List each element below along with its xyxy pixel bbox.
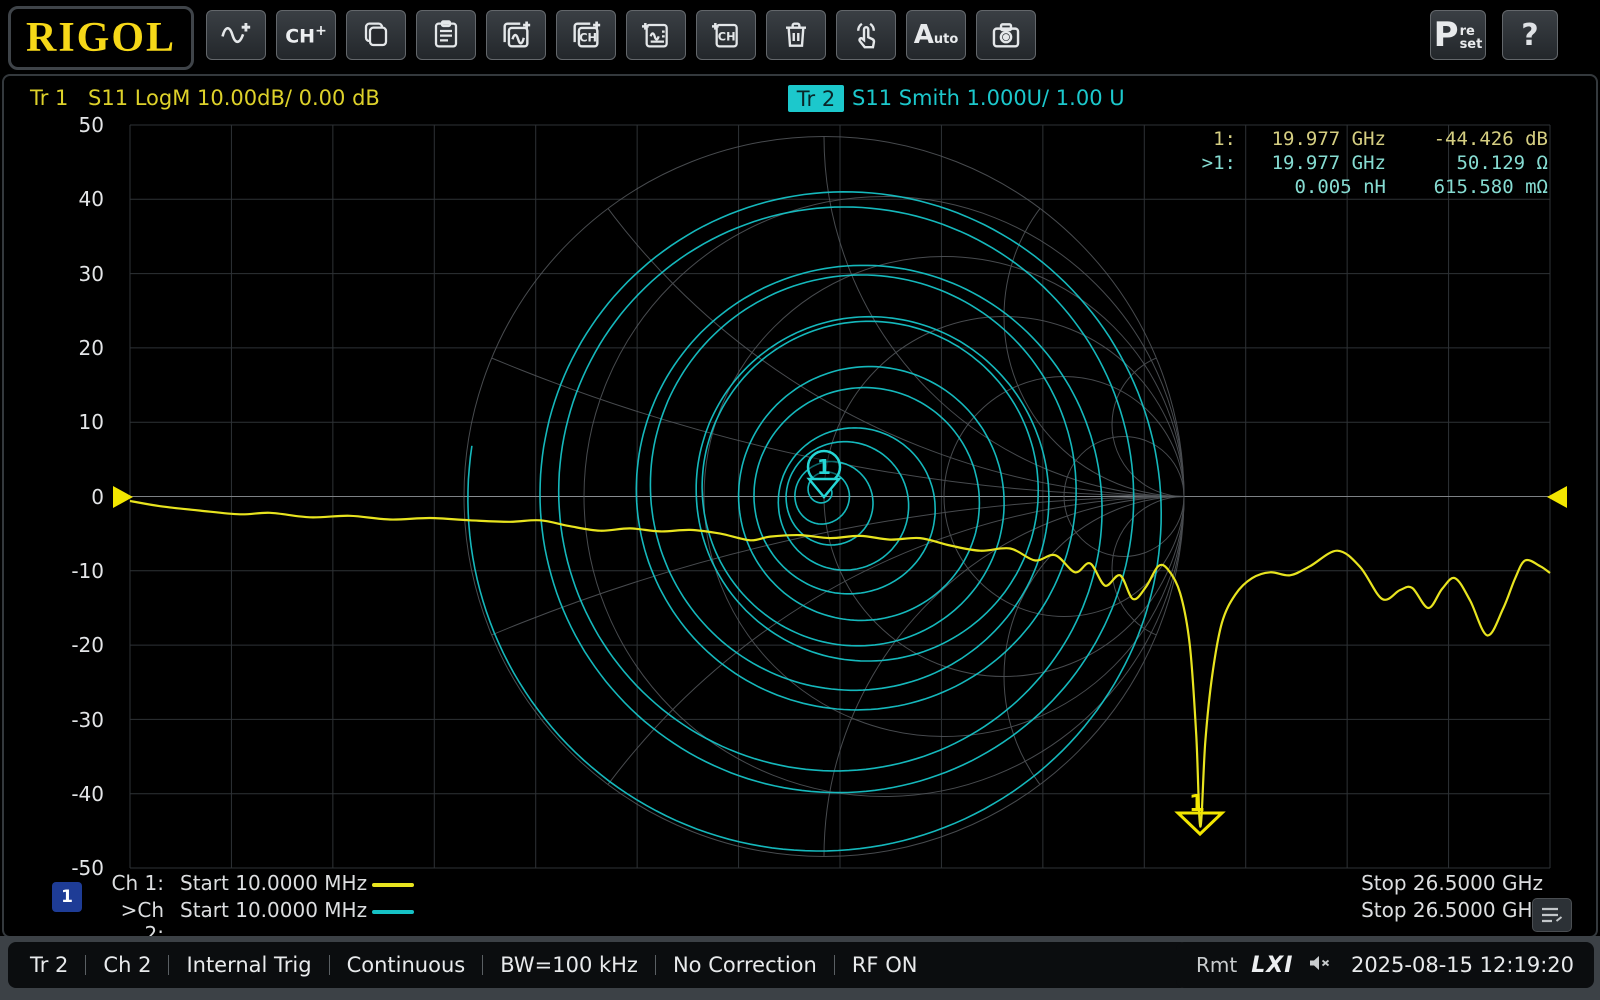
marker-row2-value: 50.129 Ω <box>1386 151 1548 175</box>
speaker-muted-icon[interactable] <box>1307 952 1331 978</box>
status-if-bandwidth[interactable]: BW=100 kHz <box>500 953 638 977</box>
marker-row1-label: 1: <box>1166 127 1236 151</box>
channel2-trace-swatch <box>372 910 414 914</box>
channel2-stop[interactable]: Stop 26.5000 GHz <box>1361 898 1543 922</box>
status-active-channel[interactable]: Ch 2 <box>103 953 151 977</box>
y-tick-n10: -10 <box>34 559 104 583</box>
page-ch-icon: CH <box>710 19 742 51</box>
marker-row3-value: 615.580 mΩ <box>1386 175 1548 199</box>
channel2-start[interactable]: Start 10.0000 MHz <box>180 898 367 922</box>
y-tick-n20: -20 <box>34 633 104 657</box>
y-tick-30: 30 <box>34 262 104 286</box>
y-tick-n40: -40 <box>34 782 104 806</box>
clipboard-waveform-icon <box>640 19 672 51</box>
preset-button[interactable]: P re set <box>1430 10 1486 60</box>
add-channel-icon: CH+ <box>285 23 327 47</box>
status-bar-right: Rmt LXI 2025-08-15 12:19:20 <box>1176 942 1594 988</box>
trace1-detail[interactable]: S11 LogM 10.00dB/ 0.00 dB <box>88 86 380 110</box>
channel2-info-row: >Ch 2: Start 10.0000 MHz Stop 26.5000 GH… <box>0 898 1600 924</box>
auto-scale-icon: Auto <box>914 20 959 50</box>
help-icon: ? <box>1521 18 1538 53</box>
delete-button[interactable] <box>766 10 826 60</box>
remote-indicator: Rmt <box>1196 953 1237 977</box>
trace1-label[interactable]: Tr 1 <box>30 86 68 110</box>
trash-icon <box>780 19 812 51</box>
svg-text:CH: CH <box>718 29 736 43</box>
y-tick-10: 10 <box>34 410 104 434</box>
y-tick-40: 40 <box>34 187 104 211</box>
rigol-logo: RIGOL <box>8 6 194 70</box>
trace-pages-icon <box>499 18 533 52</box>
status-correction[interactable]: No Correction <box>673 953 817 977</box>
display-area <box>2 74 1598 938</box>
status-active-trace[interactable]: Tr 2 <box>30 953 68 977</box>
channel-pages-icon: CH <box>569 18 603 52</box>
preset-icon: P <box>1434 20 1459 50</box>
y-tick-20: 20 <box>34 336 104 360</box>
auto-scale-button[interactable]: Auto <box>906 10 966 60</box>
status-sweep-mode[interactable]: Continuous <box>347 953 466 977</box>
marker-readout: 1: 19.977 GHz -44.426 dB >1: 19.977 GHz … <box>1166 127 1548 199</box>
svg-text:CH: CH <box>579 30 597 44</box>
recall-setup-button[interactable] <box>416 10 476 60</box>
marker-row3-freq: 0.005 nH <box>1236 175 1386 199</box>
datetime: 2025-08-15 12:19:20 <box>1351 953 1574 977</box>
marker-row1-value: -44.426 dB <box>1386 127 1548 151</box>
help-button[interactable]: ? <box>1502 10 1558 60</box>
status-bar-left: Tr 2 Ch 2 Internal Trig Continuous BW=10… <box>8 942 1188 988</box>
y-tick-50: 50 <box>34 113 104 137</box>
vna-screen: RIGOL CH+ <box>0 0 1600 1000</box>
marker-row3-label <box>1166 175 1236 199</box>
channel1-trace-swatch <box>372 883 414 887</box>
y-tick-n30: -30 <box>34 708 104 732</box>
channel1-info-row: Ch 1: Start 10.0000 MHz Stop 26.5000 GHz <box>0 871 1600 897</box>
trace2-label[interactable]: Tr 2 <box>788 85 844 112</box>
clipboard-list-icon <box>430 19 462 51</box>
status-trigger-source[interactable]: Internal Trig <box>186 953 311 977</box>
trace2-detail[interactable]: S11 Smith 1.000U/ 1.00 U <box>852 86 1125 110</box>
rigol-logo-text: RIGOL <box>26 14 176 62</box>
camera-icon <box>989 18 1023 52</box>
channel1-label: Ch 1: <box>100 871 164 895</box>
copy-channel-button[interactable] <box>346 10 406 60</box>
save-channel-button[interactable]: CH <box>696 10 756 60</box>
new-trace-button[interactable] <box>206 10 266 60</box>
copy-pages-icon <box>360 19 392 51</box>
screenshot-button[interactable] <box>976 10 1036 60</box>
lxi-indicator: LXI <box>1251 953 1293 978</box>
add-channel-button[interactable]: CH+ <box>276 10 336 60</box>
new-trace-icon <box>219 18 253 52</box>
marker-row2-label: >1: <box>1166 151 1236 175</box>
trace-windows-button[interactable] <box>486 10 546 60</box>
channel1-stop[interactable]: Stop 26.5000 GHz <box>1361 871 1543 895</box>
marker-row1-freq: 19.977 GHz <box>1236 127 1386 151</box>
collapse-menu-button[interactable] <box>1532 898 1572 932</box>
menu-collapse-icon <box>1539 904 1565 926</box>
marker-row2-freq: 19.977 GHz <box>1236 151 1386 175</box>
touch-hand-icon <box>849 18 883 52</box>
status-rf-state[interactable]: RF ON <box>852 953 918 977</box>
y-tick-0: 0 <box>34 485 104 509</box>
save-recall-button[interactable] <box>626 10 686 60</box>
channel1-start[interactable]: Start 10.0000 MHz <box>180 871 367 895</box>
touch-button[interactable] <box>836 10 896 60</box>
channel-windows-button[interactable]: CH <box>556 10 616 60</box>
